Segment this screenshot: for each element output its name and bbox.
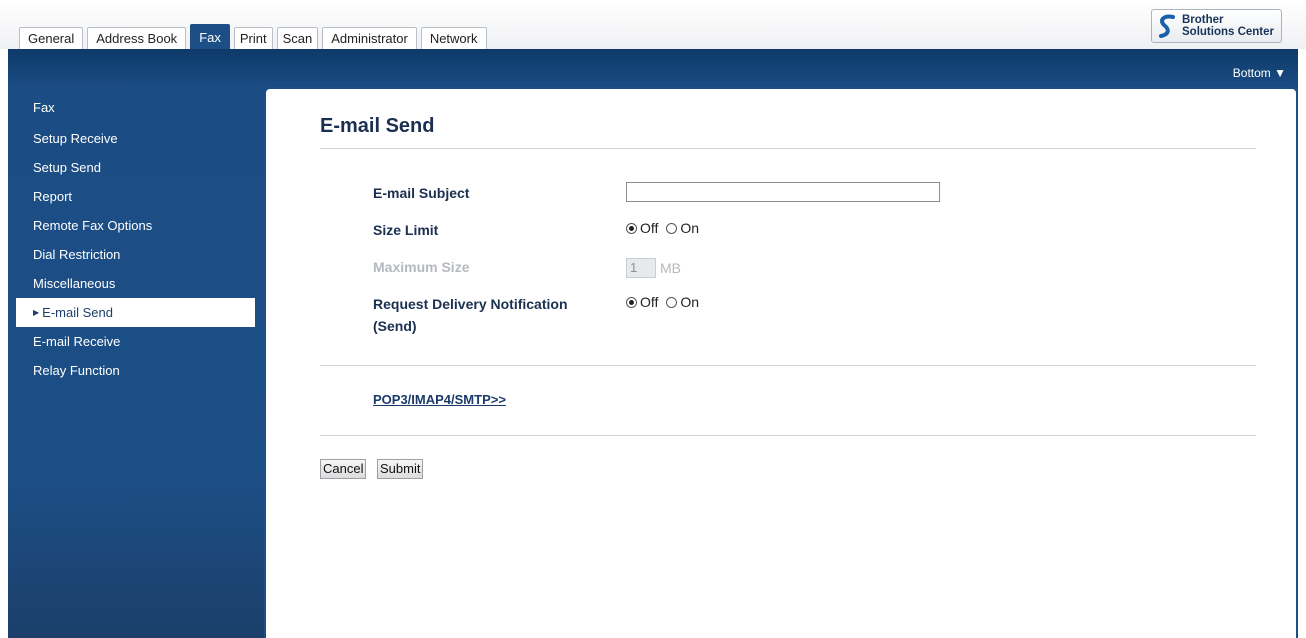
section-divider xyxy=(320,365,1256,366)
sidebar-item-dial-restriction[interactable]: Dial Restriction xyxy=(8,240,255,269)
email-subject-input[interactable] xyxy=(626,182,940,202)
size-limit-on-radio[interactable] xyxy=(666,222,678,234)
size-limit-on-label: On xyxy=(680,220,700,236)
tab-administrator[interactable]: Administrator xyxy=(322,27,417,49)
delivery-label-line2: (Send) xyxy=(373,318,417,334)
bottom-link[interactable]: Bottom ▼ xyxy=(1233,66,1286,80)
sidebar-item-report[interactable]: Report xyxy=(8,182,255,211)
sidebar-item-relay-function[interactable]: Relay Function xyxy=(8,356,255,385)
sidebar: Fax Setup Receive Setup Send Report Remo… xyxy=(8,90,255,385)
brand-line1: Brother xyxy=(1182,14,1224,26)
tab-general[interactable]: General xyxy=(19,27,84,49)
tab-fax[interactable]: Fax xyxy=(190,24,230,49)
size-limit-off-radio[interactable] xyxy=(626,222,637,234)
section-divider xyxy=(320,435,1256,436)
size-limit-radio-group: Off On xyxy=(626,220,707,236)
sidebar-item-setup-receive[interactable]: Setup Receive xyxy=(8,124,255,153)
cancel-button[interactable]: Cancel xyxy=(320,459,367,479)
brother-s-logo-icon xyxy=(1159,14,1175,38)
sidebar-item-label: E-mail Send xyxy=(42,305,113,320)
sidebar-item-miscellaneous[interactable]: Miscellaneous xyxy=(8,269,255,298)
delivery-radio-group: Off On xyxy=(626,294,707,310)
size-limit-label: Size Limit xyxy=(373,222,439,238)
brother-solutions-center-button[interactable]: Brother Solutions Center xyxy=(1151,9,1282,43)
delivery-notification-label: Request Delivery Notification (Send) xyxy=(373,293,568,337)
sidebar-item-email-receive[interactable]: E-mail Receive xyxy=(8,327,255,356)
delivery-off-radio[interactable] xyxy=(626,296,637,308)
maximum-size-unit: MB xyxy=(660,260,681,276)
tab-scan[interactable]: Scan xyxy=(276,27,319,49)
brand-label: Brother Solutions Center xyxy=(1182,14,1274,38)
tab-address-book[interactable]: Address Book xyxy=(87,27,187,49)
tab-bar: General Address Book Fax Print Scan Admi… xyxy=(19,24,491,49)
page-title: E-mail Send xyxy=(320,115,435,137)
submit-button[interactable]: Submit xyxy=(377,459,424,479)
top-bar: General Address Book Fax Print Scan Admi… xyxy=(0,0,1306,49)
sidebar-item-email-send[interactable]: ▶ E-mail Send xyxy=(16,298,255,327)
delivery-label-line1: Request Delivery Notification xyxy=(373,296,568,312)
title-divider xyxy=(320,148,1256,149)
sidebar-heading: Fax xyxy=(33,100,55,115)
content-panel: E-mail Send E-mail Subject Size Limit Of… xyxy=(264,87,1298,638)
sidebar-item-remote-fax-options[interactable]: Remote Fax Options xyxy=(8,211,255,240)
tab-network[interactable]: Network xyxy=(420,27,487,49)
delivery-on-label: On xyxy=(680,294,700,310)
maximum-size-label: Maximum Size xyxy=(373,259,470,275)
brand-line2: Solutions Center xyxy=(1182,26,1275,38)
pop3-imap4-smtp-link[interactable]: POP3/IMAP4/SMTP>> xyxy=(373,392,506,407)
email-subject-label: E-mail Subject xyxy=(373,185,470,201)
delivery-off-label: Off xyxy=(640,294,659,310)
active-arrow-icon: ▶ xyxy=(33,308,40,317)
sidebar-item-setup-send[interactable]: Setup Send xyxy=(8,153,255,182)
maximum-size-input: 1 xyxy=(626,258,656,278)
size-limit-off-label: Off xyxy=(640,220,659,236)
tab-print[interactable]: Print xyxy=(233,27,273,49)
delivery-on-radio[interactable] xyxy=(666,296,678,308)
